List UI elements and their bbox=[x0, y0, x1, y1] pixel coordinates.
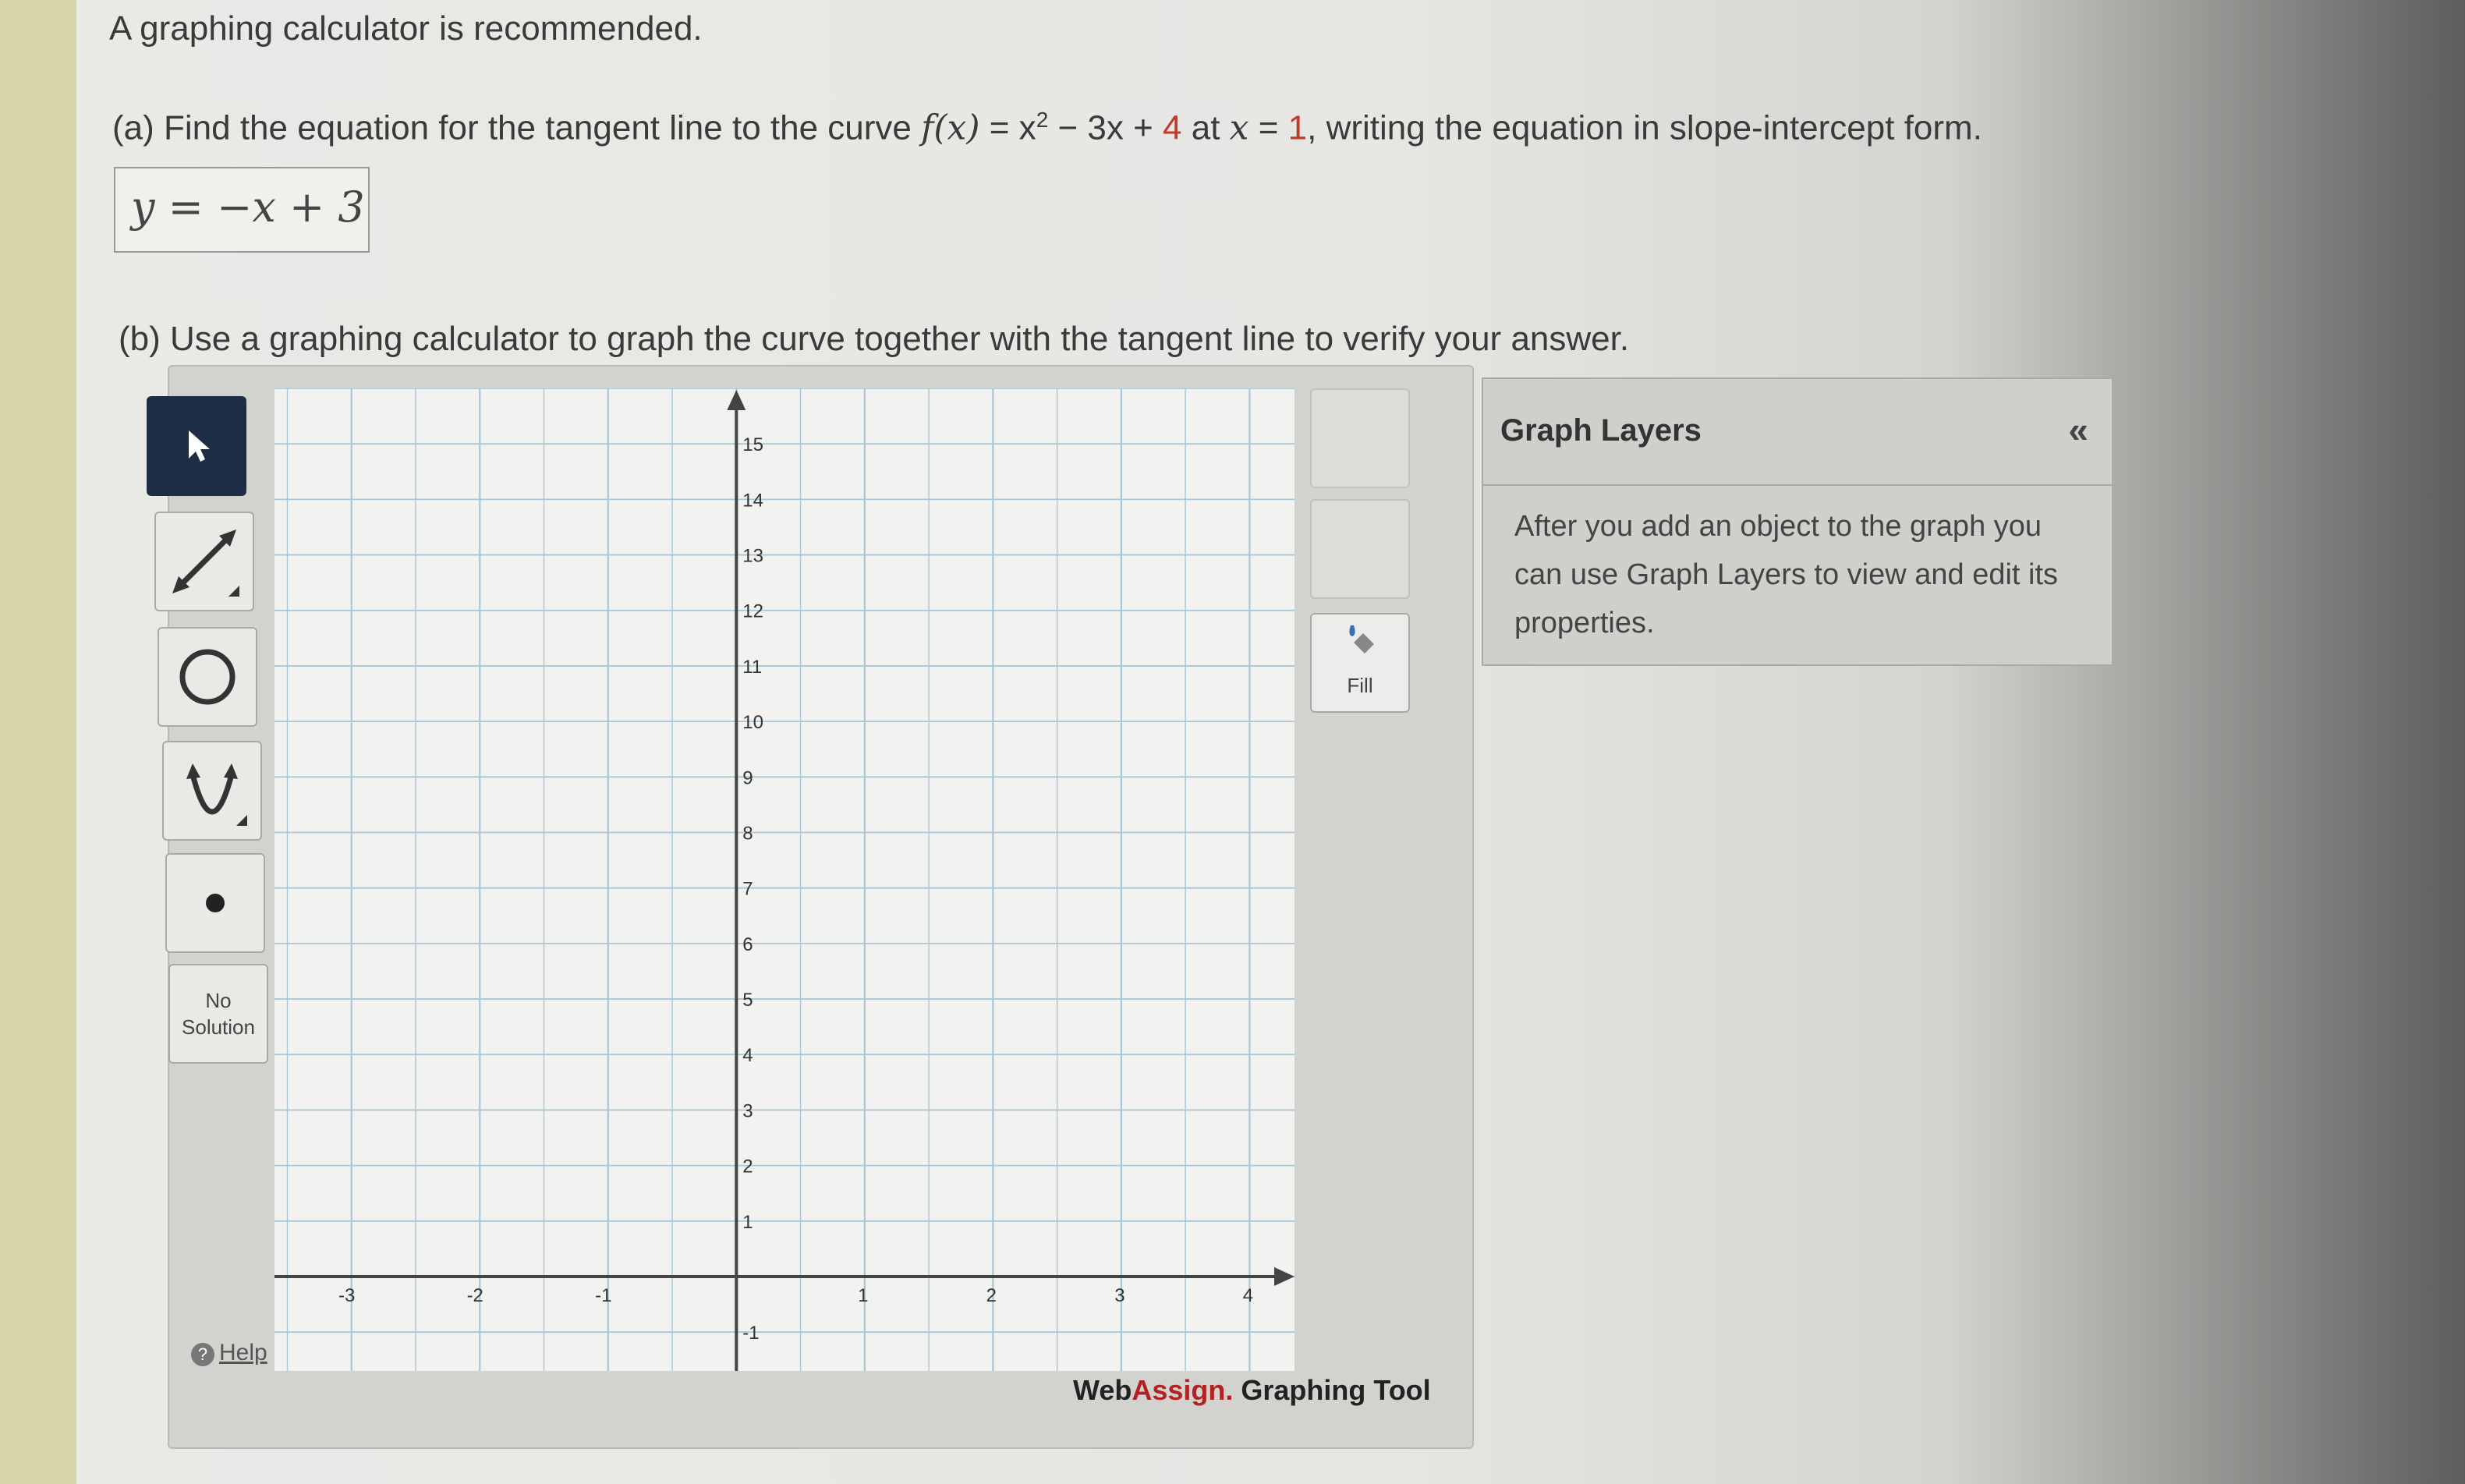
y-tick-label: 12 bbox=[742, 601, 763, 622]
help-label: Help bbox=[219, 1340, 267, 1365]
disabled-tool-button-2[interactable] bbox=[1310, 499, 1410, 599]
y-tick-label: 14 bbox=[742, 490, 763, 511]
paint-bucket-icon bbox=[1349, 625, 1374, 653]
y-tick-label: 5 bbox=[742, 990, 753, 1011]
graph-layers-title: Graph Layers bbox=[1500, 413, 1702, 448]
function-expression-2: − 3x + bbox=[1048, 108, 1163, 147]
no-solution-label: No Solution bbox=[182, 989, 255, 1039]
y-tick-label: 9 bbox=[742, 767, 753, 788]
y-tick-label: 1 bbox=[742, 1212, 753, 1233]
parabola-tool-button[interactable] bbox=[162, 741, 262, 841]
fill-label: Fill bbox=[1347, 674, 1373, 697]
graph-background bbox=[274, 388, 1294, 1371]
graph-canvas[interactable]: -3 -2 -1 1 2 3 4-1123456789101112131415 bbox=[274, 388, 1294, 1371]
graph-layers-message: After you add an object to the graph you… bbox=[1514, 510, 2059, 639]
calculator-recommendation: A graphing calculator is recommended. bbox=[109, 9, 703, 48]
line-tool-button[interactable] bbox=[154, 512, 254, 611]
y-tick-label: 8 bbox=[742, 823, 753, 844]
graph-layers-panel: Graph Layers « After you add an object t… bbox=[1482, 377, 2113, 666]
fill-button[interactable]: Fill bbox=[1310, 613, 1410, 713]
point-icon bbox=[206, 894, 225, 912]
equals-sign: = bbox=[1248, 108, 1288, 147]
y-tick-label: 4 bbox=[742, 1045, 753, 1066]
function-exponent: 2 bbox=[1036, 108, 1049, 132]
graph-layers-header: Graph Layers « bbox=[1483, 379, 2112, 486]
no-solution-button[interactable]: No Solution bbox=[168, 964, 268, 1064]
x-tick-label: 4 bbox=[1243, 1285, 1253, 1306]
function-constant: 4 bbox=[1163, 108, 1182, 147]
part-a-question: (a) Find the equation for the tangent li… bbox=[112, 108, 1982, 148]
y-tick-label: 11 bbox=[742, 657, 762, 678]
x-tick-label: 1 bbox=[858, 1285, 868, 1306]
circle-tool-button[interactable] bbox=[158, 627, 257, 727]
disabled-tool-button-1[interactable] bbox=[1310, 388, 1410, 488]
x-variable: x bbox=[1229, 108, 1249, 148]
answer-input-box[interactable]: y = −x + 3 bbox=[114, 167, 370, 253]
x-tick-label: -1 bbox=[595, 1285, 611, 1306]
circle-icon bbox=[179, 649, 236, 705]
help-link[interactable]: ? Help bbox=[191, 1340, 267, 1366]
point-tool-button[interactable] bbox=[165, 853, 265, 953]
part-b-question: (b) Use a graphing calculator to graph t… bbox=[119, 320, 1630, 358]
y-tick-label: 13 bbox=[742, 546, 763, 567]
x-tick-label: -3 bbox=[338, 1285, 355, 1306]
x-tick-label: -2 bbox=[467, 1285, 483, 1306]
x-tick-label: 2 bbox=[986, 1285, 997, 1306]
parabola-icon bbox=[186, 763, 247, 826]
collapse-panel-button[interactable]: « bbox=[2068, 409, 2088, 451]
y-tick-label: -1 bbox=[742, 1323, 759, 1344]
left-margin-strip bbox=[0, 0, 76, 1484]
x-value: 1 bbox=[1287, 108, 1308, 147]
y-tick-label: 3 bbox=[742, 1100, 753, 1121]
part-a-suffix: , writing the equation in slope-intercep… bbox=[1307, 108, 1982, 147]
webassign-branding: WebAssign. Graphing Tool bbox=[1073, 1374, 1431, 1406]
help-icon: ? bbox=[191, 1343, 214, 1366]
function-expression-1: = x bbox=[979, 108, 1036, 147]
y-tick-label: 10 bbox=[742, 712, 763, 733]
at-text: at bbox=[1181, 108, 1230, 147]
y-tick-label: 7 bbox=[742, 879, 753, 900]
y-tick-label: 6 bbox=[742, 934, 753, 955]
y-tick-label: 15 bbox=[742, 434, 763, 455]
pointer-arrow-icon bbox=[189, 430, 210, 462]
answer-text: y = −x + 3 bbox=[131, 182, 365, 232]
part-a-prefix: (a) Find the equation for the tangent li… bbox=[112, 108, 922, 147]
select-tool-button[interactable] bbox=[147, 396, 246, 496]
function-name: f(x) bbox=[921, 108, 980, 148]
y-tick-label: 2 bbox=[742, 1156, 753, 1178]
x-tick-label: 3 bbox=[1114, 1285, 1124, 1306]
line-segment-icon bbox=[172, 529, 239, 597]
